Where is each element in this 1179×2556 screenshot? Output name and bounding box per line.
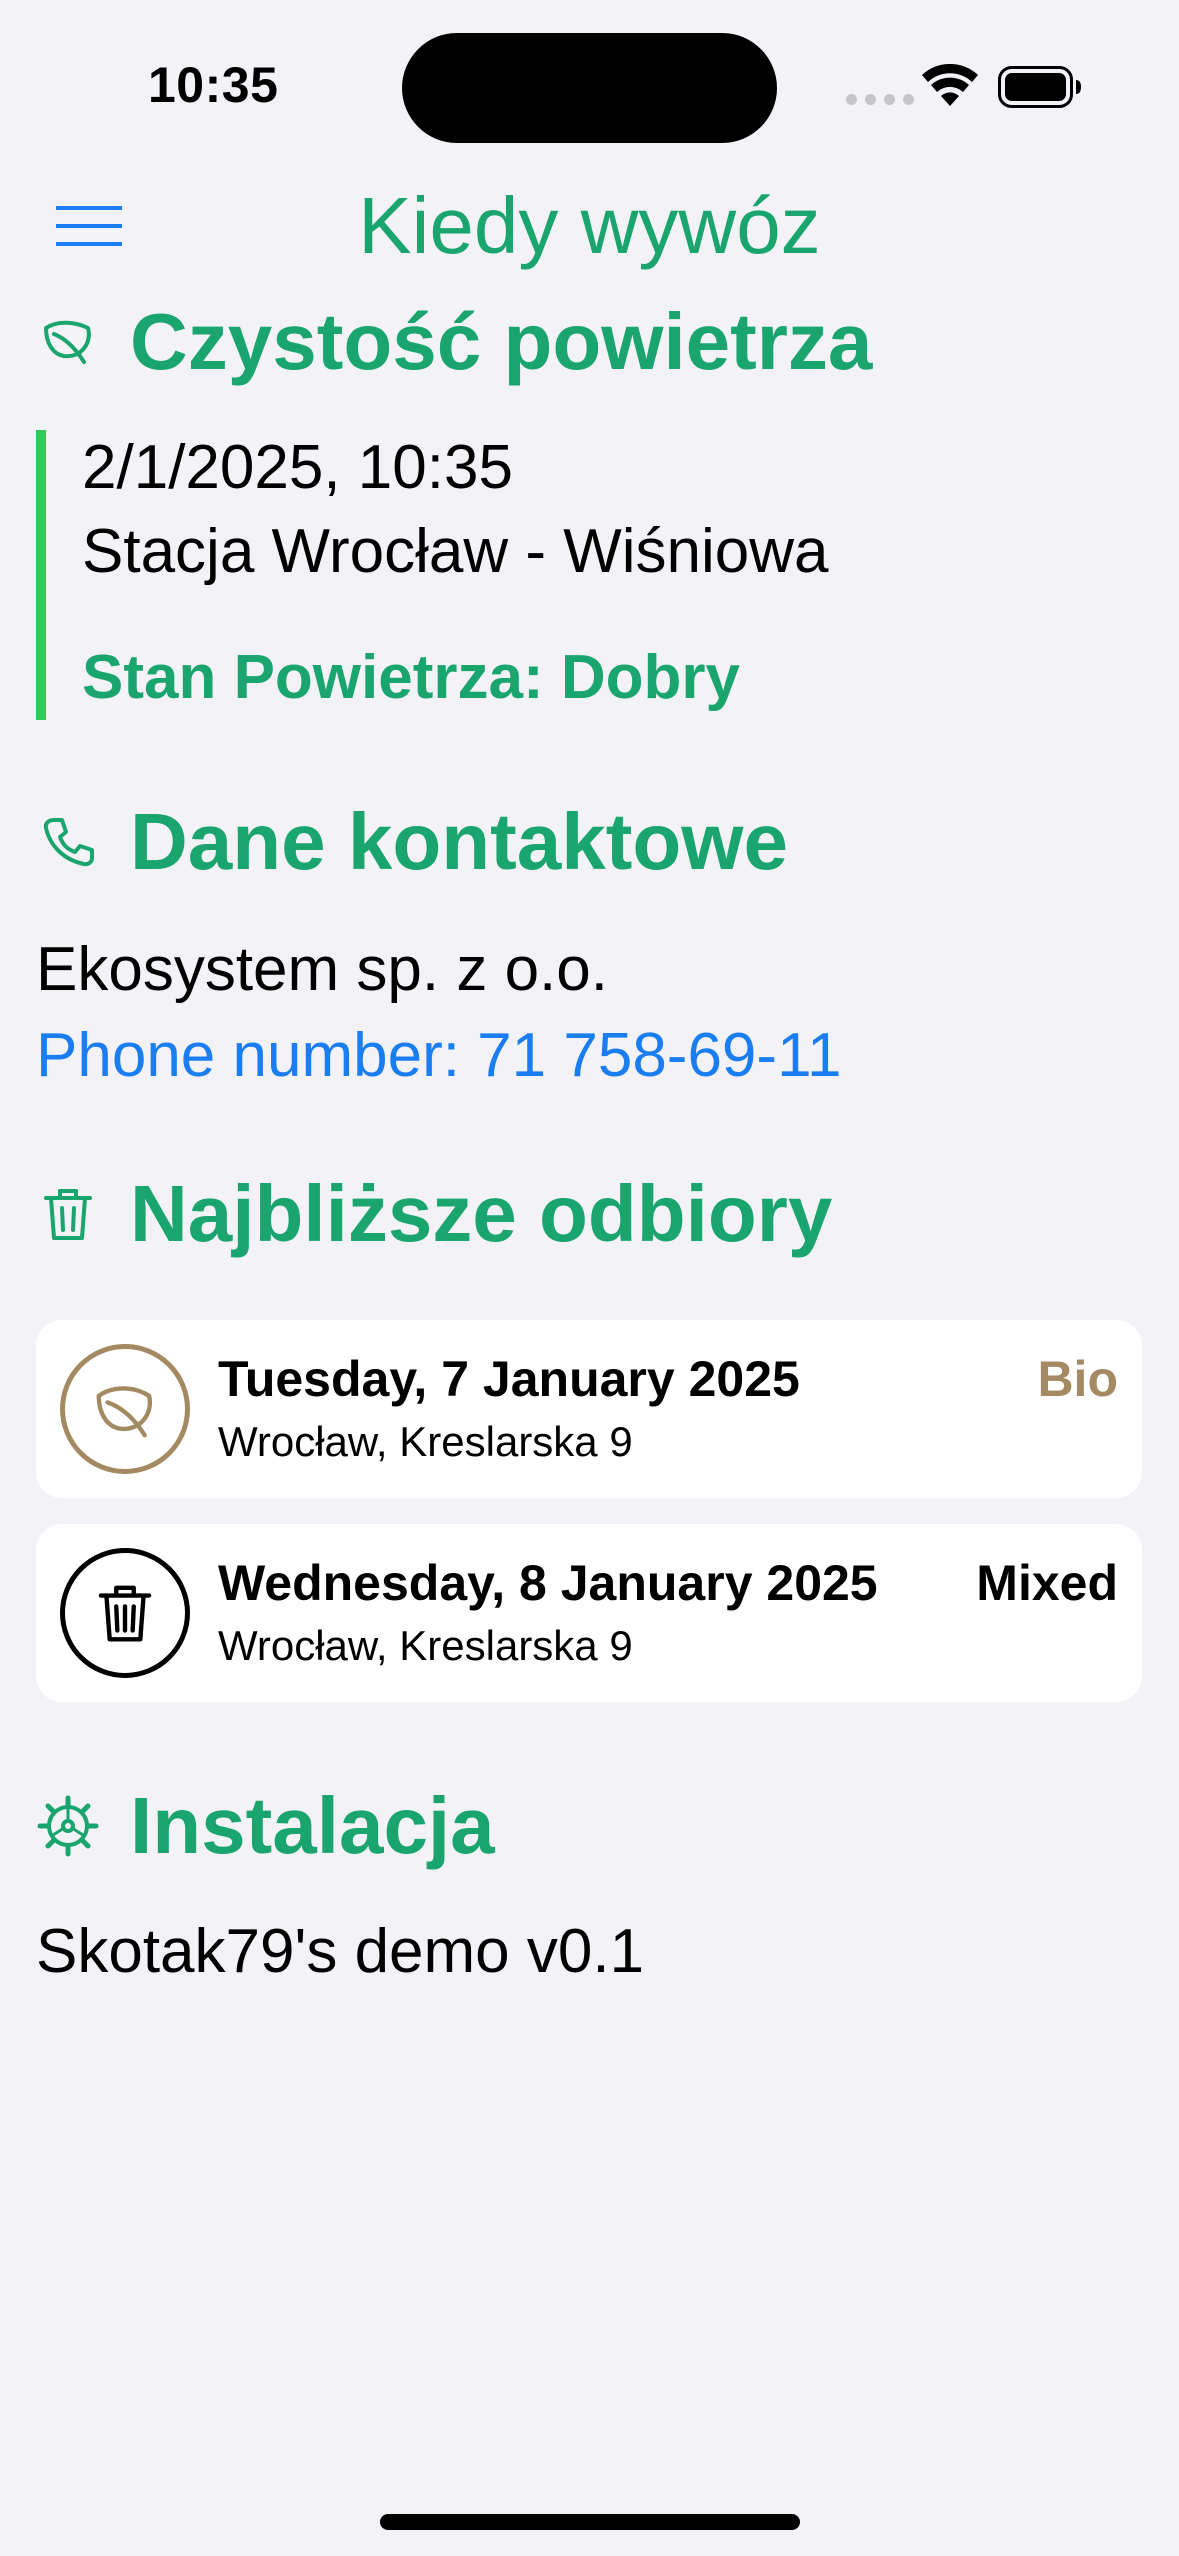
air-quality-station: Stacja Wrocław - Wiśniowa xyxy=(82,517,829,586)
pickups-title: Najbliższe odbiory xyxy=(130,1169,833,1258)
air-quality-datetime: 2/1/2025, 10:35 xyxy=(82,433,513,502)
phone-icon xyxy=(43,818,94,867)
home-indicator[interactable] xyxy=(380,2514,800,2530)
contact-title: Dane kontaktowe xyxy=(130,797,788,886)
trash-icon xyxy=(98,1585,152,1642)
installation-title: Instalacja xyxy=(130,1781,495,1870)
leaf-icon xyxy=(96,1386,153,1438)
air-quality-header: Czystość powietrza xyxy=(36,296,872,388)
pickup-date: Wednesday, 8 January 2025 xyxy=(218,1555,878,1611)
wifi-icon xyxy=(922,64,978,106)
installation-header: Instalacja xyxy=(36,1780,495,1872)
leaf-icon xyxy=(44,320,91,364)
app-title: Kiedy wywóz xyxy=(358,181,821,270)
air-quality-title: Czystość powietrza xyxy=(130,297,873,386)
pickups-header: Najbliższe odbiory xyxy=(36,1168,832,1260)
contact-header: Dane kontaktowe xyxy=(36,796,788,888)
pickup-type-badge xyxy=(60,1344,190,1474)
pickup-type: Bio xyxy=(1037,1351,1118,1407)
cellular-signal-icon xyxy=(846,94,914,105)
status-time: 10:35 xyxy=(148,57,279,113)
pickup-type-badge xyxy=(60,1548,190,1678)
battery-icon xyxy=(998,66,1081,108)
gear-icon xyxy=(37,1795,99,1857)
contact-company: Ekosystem sp. z o.o. xyxy=(36,935,608,1004)
dynamic-island xyxy=(402,33,777,143)
pickup-address: Wrocław, Kreslarska 9 xyxy=(218,1622,633,1669)
pickup-address: Wrocław, Kreslarska 9 xyxy=(218,1418,633,1465)
trash-icon xyxy=(44,1189,92,1240)
pickup-date: Tuesday, 7 January 2025 xyxy=(218,1351,800,1407)
air-quality-status: Stan Powietrza: Dobry xyxy=(82,643,740,712)
phone-link[interactable]: Phone number: 71 758-69-11 xyxy=(36,1020,841,1091)
app-version: Skotak79's demo v0.1 xyxy=(36,1917,645,1986)
air-quality-card: 2/1/2025, 10:35 Stacja Wrocław - Wiśniow… xyxy=(36,430,1036,720)
pickup-type: Mixed xyxy=(976,1555,1118,1611)
pickup-card[interactable]: Tuesday, 7 January 2025 Wrocław, Kreslar… xyxy=(36,1320,1142,1498)
pickup-card[interactable]: Wednesday, 8 January 2025 Wrocław, Kresl… xyxy=(36,1524,1142,1702)
